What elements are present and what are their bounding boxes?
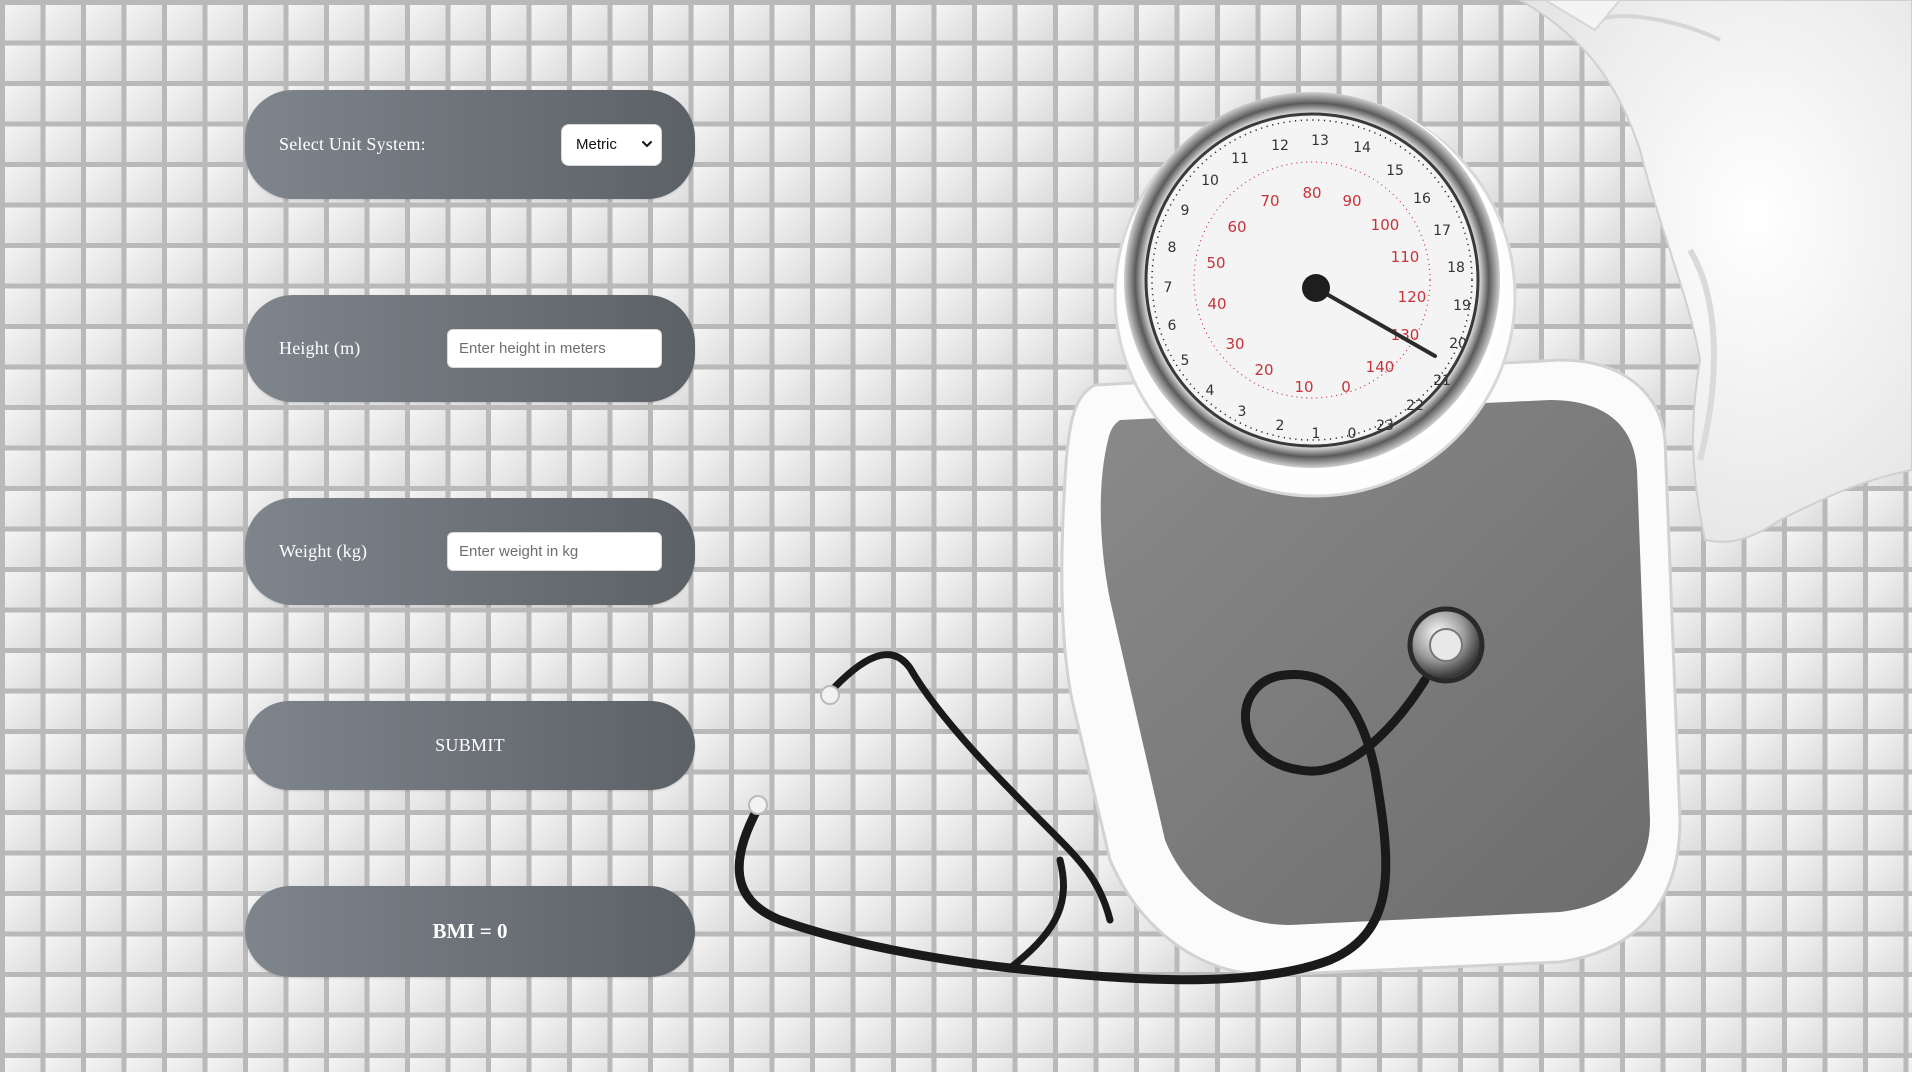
svg-text:11: 11 (1231, 151, 1249, 167)
svg-text:20: 20 (1449, 336, 1467, 352)
svg-text:23: 23 (1376, 418, 1394, 434)
svg-text:17: 17 (1433, 223, 1451, 239)
bmi-result-text: BMI = 0 (432, 919, 508, 943)
svg-text:1: 1 (1312, 426, 1321, 442)
svg-text:10: 10 (1294, 378, 1313, 396)
svg-text:14: 14 (1353, 140, 1371, 156)
submit-button-label: SUBMIT (435, 735, 505, 755)
svg-text:12: 12 (1271, 138, 1289, 154)
svg-text:9: 9 (1181, 203, 1190, 219)
svg-text:5: 5 (1181, 353, 1190, 369)
svg-text:16: 16 (1413, 191, 1431, 207)
weight-row: Weight (kg) (245, 498, 695, 605)
svg-text:100: 100 (1371, 216, 1400, 234)
weight-label: Weight (kg) (279, 541, 368, 561)
svg-text:21: 21 (1433, 373, 1451, 389)
stethoscope (734, 606, 1485, 985)
svg-text:19: 19 (1453, 298, 1471, 314)
svg-text:120: 120 (1398, 288, 1427, 306)
svg-text:22: 22 (1406, 398, 1424, 414)
unit-system-row: Select Unit System: Metric (245, 90, 695, 199)
svg-text:13: 13 (1311, 133, 1329, 149)
height-label: Height (m) (279, 338, 361, 358)
svg-text:130: 130 (1391, 326, 1420, 344)
svg-text:110: 110 (1391, 248, 1420, 266)
svg-text:8: 8 (1168, 240, 1177, 256)
svg-text:3: 3 (1238, 404, 1247, 420)
svg-text:140: 140 (1366, 358, 1395, 376)
svg-text:30: 30 (1225, 335, 1244, 353)
svg-text:60: 60 (1227, 218, 1246, 236)
height-input[interactable] (447, 329, 662, 368)
height-row: Height (m) (245, 295, 695, 402)
towel (1517, 0, 1912, 543)
unit-system-label: Select Unit System: (279, 134, 426, 154)
svg-text:90: 90 (1342, 192, 1361, 210)
svg-text:50: 50 (1206, 254, 1225, 272)
svg-text:2: 2 (1276, 418, 1285, 434)
svg-text:20: 20 (1254, 361, 1273, 379)
svg-text:6: 6 (1168, 318, 1177, 334)
unit-system-selected-value: Metric (576, 136, 617, 153)
svg-text:18: 18 (1447, 260, 1465, 276)
weight-input[interactable] (447, 532, 662, 571)
svg-text:80: 80 (1302, 184, 1321, 202)
svg-text:10: 10 (1201, 173, 1219, 189)
svg-text:0: 0 (1348, 426, 1357, 442)
bathroom-scale: 1415 1617 1819 2021 2223 01 23 45 67 89 … (1060, 92, 1682, 977)
chevron-down-icon (642, 140, 652, 147)
svg-text:7: 7 (1164, 280, 1173, 296)
svg-text:70: 70 (1260, 192, 1279, 210)
unit-system-select[interactable]: Metric (561, 123, 662, 166)
svg-text:0: 0 (1341, 378, 1351, 396)
svg-text:4: 4 (1206, 383, 1215, 399)
svg-text:15: 15 (1386, 163, 1404, 179)
bmi-result: BMI = 0 (245, 886, 695, 977)
svg-text:40: 40 (1207, 295, 1226, 313)
submit-button[interactable]: SUBMIT (245, 701, 695, 790)
